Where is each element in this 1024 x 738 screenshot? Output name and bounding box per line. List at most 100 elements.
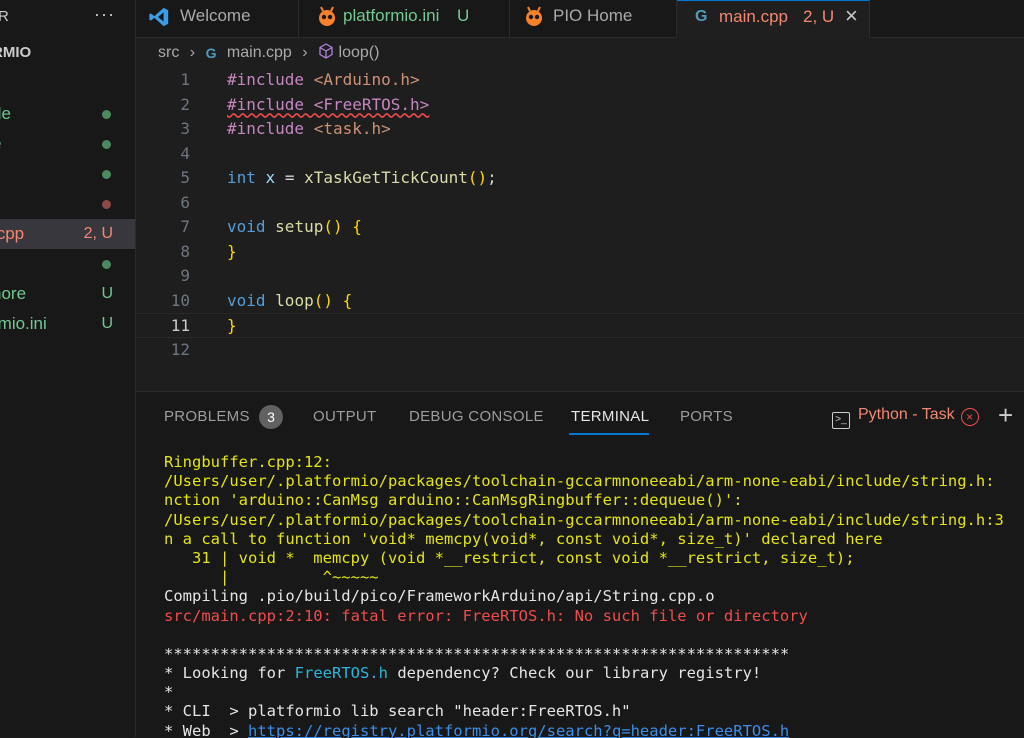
code-text: #include <Arduino.h> bbox=[227, 70, 420, 89]
terminal-line: * Web > https://registry.platformio.org/… bbox=[164, 721, 790, 738]
file-tree-item[interactable]: e bbox=[0, 129, 135, 159]
file-status-badge: U bbox=[101, 315, 113, 332]
platformio-ant-icon bbox=[526, 6, 542, 26]
platformio-ant-icon bbox=[319, 6, 335, 26]
explorer-header: R ··· bbox=[0, 0, 135, 38]
tab-output[interactable]: OUTPUT bbox=[313, 408, 376, 425]
breadcrumb-file[interactable]: main.cpp bbox=[227, 44, 292, 62]
tab-ports[interactable]: PORTS bbox=[680, 408, 733, 425]
modified-dot-icon bbox=[102, 170, 111, 179]
code-line-current: 11 } bbox=[136, 313, 1024, 338]
line-number: 12 bbox=[170, 339, 190, 359]
code-line: 6 bbox=[136, 191, 1024, 216]
breadcrumb-folder[interactable]: src bbox=[158, 44, 179, 62]
close-tab-icon[interactable]: × bbox=[845, 0, 858, 32]
terminal-line: /Users/user/.platformio/packages/toolcha… bbox=[164, 472, 995, 491]
file-tree-item-label: e bbox=[0, 129, 1, 159]
terminal-output[interactable]: Ringbuffer.cpp:12: /Users/user/.platform… bbox=[164, 453, 1024, 738]
code-line: 10 void loop() { bbox=[136, 289, 1024, 314]
modified-dot-icon bbox=[102, 140, 111, 149]
active-tab-indicator bbox=[569, 433, 649, 435]
tab-terminal[interactable]: TERMINAL bbox=[571, 408, 649, 425]
tab-label: Welcome bbox=[180, 6, 251, 25]
line-number: 1 bbox=[180, 70, 190, 89]
modified-dot-icon bbox=[102, 260, 111, 269]
problems-count-badge: 3 bbox=[259, 405, 283, 429]
terminal-name: Python - Task bbox=[858, 406, 955, 423]
code-line: 8 } bbox=[136, 240, 1024, 265]
tab-pio-home[interactable]: PIO Home bbox=[510, 0, 677, 37]
terminal-icon: >_ bbox=[832, 412, 850, 429]
tab-main-cpp[interactable]: G main.cpp 2, U × bbox=[677, 0, 870, 38]
breadcrumb: src › G main.cpp › loop() bbox=[158, 43, 385, 62]
code-line: 5 int x = xTaskGetTickCount(); bbox=[136, 166, 1024, 191]
file-tree-item-label: de bbox=[0, 104, 11, 123]
tab-platformio-ini[interactable]: platformio.ini U bbox=[299, 0, 510, 37]
code-text-error: #include <FreeRTOS.h> bbox=[227, 93, 429, 118]
file-tree-item[interactable] bbox=[0, 189, 135, 219]
code-line: 7 void setup() { bbox=[136, 215, 1024, 240]
code-line: 2 #include <FreeRTOS.h> bbox=[136, 93, 1024, 118]
explorer-title: R bbox=[0, 8, 9, 25]
tab-status-badge: U bbox=[457, 6, 470, 25]
code-text: #include <task.h> bbox=[227, 119, 391, 138]
terminal-selector[interactable]: >_ Python - Task × bbox=[832, 406, 979, 429]
cpp-file-icon: G bbox=[205, 44, 217, 61]
file-tree-item-main-cpp[interactable]: .cpp 2, U bbox=[0, 219, 135, 249]
terminal-line: 31 | void * memcpy (void *__restrict, co… bbox=[164, 548, 855, 567]
file-tree-item[interactable] bbox=[0, 249, 135, 279]
file-tree-item-label: .cpp bbox=[0, 224, 25, 243]
explorer-sidebar: R ··· RMIO de e .cpp 2, U nore U rmio.in… bbox=[0, 0, 136, 737]
code-line: 1 #include <Arduino.h> bbox=[136, 68, 1024, 93]
file-tree-item[interactable] bbox=[0, 159, 135, 189]
error-dot-icon bbox=[102, 200, 111, 209]
code-text: int x = xTaskGetTickCount(); bbox=[227, 168, 497, 187]
line-number: 8 bbox=[180, 241, 190, 261]
terminal-line: * CLI > platformio lib search "header:Fr… bbox=[164, 702, 631, 721]
new-terminal-icon[interactable]: + bbox=[998, 400, 1013, 431]
line-number: 2 bbox=[180, 94, 190, 114]
file-tree-item[interactable]: nore U bbox=[0, 279, 135, 309]
cpp-file-icon: G bbox=[695, 8, 708, 25]
code-text: void loop() { bbox=[227, 290, 353, 310]
terminal-error-line: src/main.cpp:2:10: fatal error: FreeRTOS… bbox=[164, 606, 808, 625]
method-cube-icon bbox=[319, 43, 333, 59]
file-status-badge: U bbox=[101, 285, 113, 302]
code-editor[interactable]: 1 #include <Arduino.h> 2 #include <FreeR… bbox=[136, 68, 1024, 390]
file-tree-item[interactable]: de bbox=[0, 99, 135, 129]
tab-debug-console[interactable]: DEBUG CONSOLE bbox=[409, 408, 544, 425]
workspace-section-title[interactable]: RMIO bbox=[0, 44, 31, 61]
more-actions-icon[interactable]: ··· bbox=[94, 4, 115, 25]
file-tree-item-label: rmio.ini bbox=[0, 314, 47, 333]
line-number: 7 bbox=[180, 217, 190, 236]
line-number: 6 bbox=[180, 192, 190, 212]
terminal-line: n a call to function 'void* memcpy(void*… bbox=[164, 529, 883, 548]
tab-problems[interactable]: PROBLEMS bbox=[164, 408, 250, 425]
line-number: 9 bbox=[180, 266, 190, 285]
terminal-line: * bbox=[164, 683, 174, 702]
tab-label: main.cpp bbox=[719, 7, 788, 26]
terminal-line: ****************************************… bbox=[164, 644, 790, 663]
editor-tab-bar: Welcome platformio.ini U PIO Home G main… bbox=[136, 0, 1024, 38]
code-text: void setup() { bbox=[227, 217, 362, 236]
file-status-badge: 2, U bbox=[83, 225, 113, 242]
terminal-line: | ^~~~~~ bbox=[164, 568, 379, 587]
terminal-line: Ringbuffer.cpp:12: bbox=[164, 453, 332, 471]
tab-welcome[interactable]: Welcome bbox=[136, 0, 299, 37]
breadcrumb-symbol[interactable]: loop() bbox=[339, 44, 380, 62]
line-number: 4 bbox=[180, 143, 190, 163]
code-line: 4 bbox=[136, 142, 1024, 167]
line-number: 3 bbox=[180, 119, 190, 138]
tab-status-badge: 2, U bbox=[803, 7, 835, 26]
registry-link[interactable]: https://registry.platformio.org/search?q… bbox=[248, 722, 789, 738]
terminal-line: Compiling .pio/build/pico/FrameworkArdui… bbox=[164, 587, 715, 606]
include-error-squiggle: #include <FreeRTOS.h> bbox=[227, 94, 430, 114]
code-line: 9 bbox=[136, 264, 1024, 289]
code-text: } bbox=[227, 241, 237, 261]
kill-terminal-icon[interactable]: × bbox=[960, 408, 979, 426]
line-number: 5 bbox=[180, 168, 190, 187]
file-tree-item[interactable]: rmio.ini U bbox=[0, 309, 135, 339]
modified-dot-icon bbox=[102, 110, 111, 119]
code-line: 3 #include <task.h> bbox=[136, 117, 1024, 142]
